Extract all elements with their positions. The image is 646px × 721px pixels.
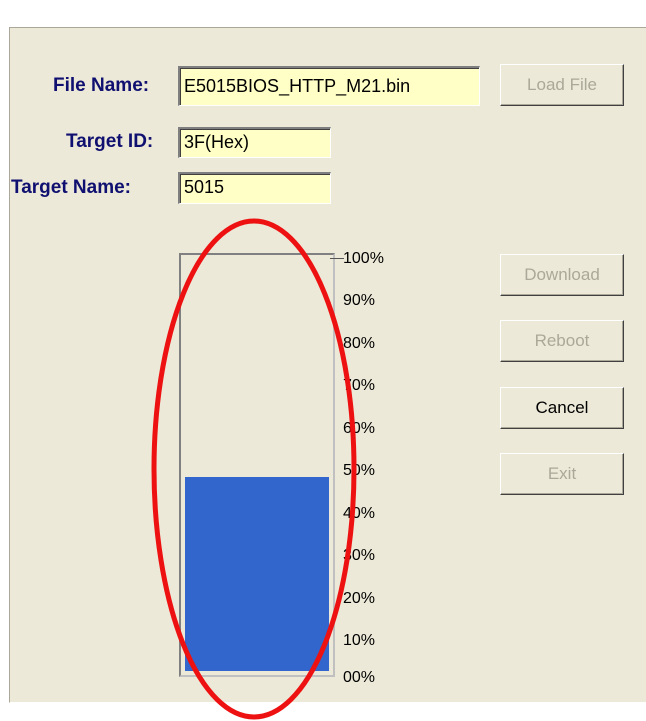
annotation-overlay [151, 218, 357, 720]
annotation-ellipse [151, 218, 357, 720]
